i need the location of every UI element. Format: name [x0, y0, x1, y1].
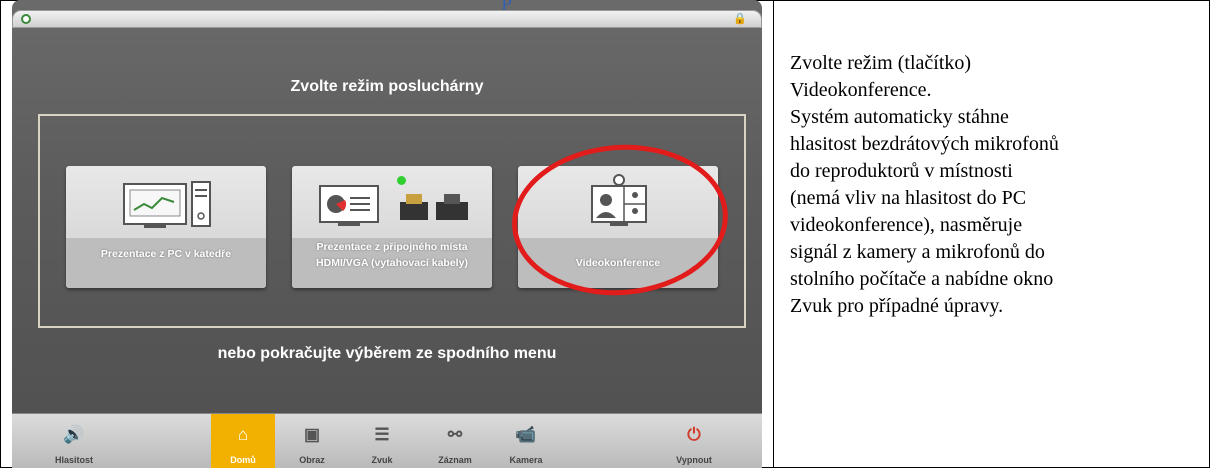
panel-top-bar: 🔒 [12, 10, 762, 28]
nav-item-vypnout[interactable]: ⏻ Vypnout [662, 414, 726, 468]
instruction-line: Systém automaticky stáhne [790, 106, 1009, 128]
instruction-text: Zvolte režim (tlačítko) Videokonference.… [790, 50, 1200, 320]
mode-subtitle: nebo pokračujte výběrem ze spodního menu [217, 345, 557, 362]
bottom-menu: 🔊 Hlasitost ⌂ Domů ▣ Obraz ☰ Zvuk ⚯ Zázn… [12, 413, 762, 468]
mode-label-hdmi-line1: Prezentace z připojného místa [316, 241, 468, 253]
pc-monitor-icon [123, 181, 211, 228]
nav-item-hlasitost[interactable]: 🔊 Hlasitost [42, 414, 106, 468]
instruction-line: Zvolte režim (tlačítko) [790, 52, 972, 74]
status-indicator-icon [21, 14, 31, 24]
nav-item-domu[interactable]: ⌂ Domů [211, 414, 275, 468]
instruction-line: (nemá vliv na hlasitost do PC [790, 187, 1027, 209]
mode-button-footer [66, 238, 266, 288]
display-icon: ▣ [303, 425, 321, 444]
instruction-line: Zvuk pro případné úpravy. [790, 295, 1004, 317]
nav-label: Záznam [438, 455, 472, 465]
column-divider [773, 0, 774, 468]
instruction-line: Videokonference. [790, 79, 932, 101]
instruction-line: hlasitost bezdrátových mikrofonů [790, 133, 1059, 155]
lock-icon[interactable]: 🔒 [733, 12, 747, 25]
mode-label-pc: Prezentace z PC v katedře [100, 248, 232, 260]
speaker-icon: 🔊 [63, 425, 85, 444]
home-icon: ⌂ [237, 425, 249, 444]
nav-item-kamera[interactable]: 📹 Kamera [494, 414, 558, 468]
nav-label: Domů [230, 455, 256, 465]
mode-button-hdmi-vga[interactable]: Prezentace z připojného místa HDMI/VGA (… [292, 166, 492, 288]
nav-label: Vypnout [676, 455, 712, 465]
nav-item-obraz[interactable]: ▣ Obraz [280, 414, 344, 468]
instruction-line: stolního počítače a nabídne okno [790, 268, 1054, 290]
nav-label: Obraz [299, 455, 325, 465]
camera-icon: 📹 [515, 425, 537, 444]
instruction-line: videokonference), nasměruje [790, 214, 1023, 236]
mode-title: Zvolte režim posluchárny [290, 78, 484, 95]
mode-button-pc[interactable]: Prezentace z PC v katedře [66, 166, 266, 288]
nav-label: Kamera [509, 455, 543, 465]
power-icon: ⏻ [687, 425, 701, 444]
touch-panel-screenshot: p 🔒 Zvolte režim posluchárny Prezentace … [12, 0, 762, 468]
mode-label-hdmi-line2: HDMI/VGA (vytahovací kabely) [316, 257, 468, 269]
connection-status-dot [397, 176, 406, 185]
mixer-icon: ☰ [374, 425, 390, 444]
nav-item-zvuk[interactable]: ☰ Zvuk [350, 414, 414, 468]
nav-label: Hlasitost [54, 455, 93, 465]
instruction-line: do reproduktorů v místnosti [790, 160, 1013, 182]
instruction-line: signál z kamery a mikrofonů do [790, 241, 1045, 263]
hdmi-vga-icon [319, 185, 468, 226]
nav-label: Zvuk [371, 455, 393, 465]
nav-item-zaznam[interactable]: ⚯ Záznam [423, 414, 487, 468]
recorder-icon: ⚯ [447, 425, 463, 444]
